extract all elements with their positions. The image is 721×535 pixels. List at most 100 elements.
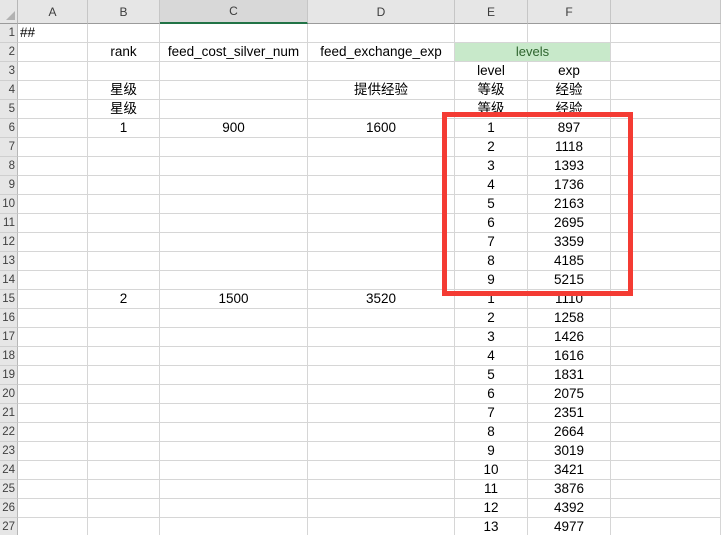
row-header-3[interactable]: 3 <box>0 62 18 81</box>
cell-clipped-col-row-9[interactable] <box>611 176 721 195</box>
cell-clipped-col-row-22[interactable] <box>611 423 721 442</box>
cell-D7[interactable] <box>308 138 455 157</box>
cell-F11[interactable]: 2695 <box>528 214 611 233</box>
row-header-13[interactable]: 13 <box>0 252 18 271</box>
cell-E26[interactable]: 12 <box>455 499 528 518</box>
cell-A3[interactable] <box>18 62 88 81</box>
cell-D8[interactable] <box>308 157 455 176</box>
cell-D14[interactable] <box>308 271 455 290</box>
column-header-E[interactable]: E <box>455 0 528 24</box>
column-header-A[interactable]: A <box>18 0 88 24</box>
cell-D9[interactable] <box>308 176 455 195</box>
cell-clipped-col-row-20[interactable] <box>611 385 721 404</box>
cell-D10[interactable] <box>308 195 455 214</box>
cell-D3[interactable] <box>308 62 455 81</box>
cell-D6[interactable]: 1600 <box>308 119 455 138</box>
cell-F21[interactable]: 2351 <box>528 404 611 423</box>
cell-E3[interactable]: level <box>455 62 528 81</box>
cell-B27[interactable] <box>88 518 160 535</box>
row-header-16[interactable]: 16 <box>0 309 18 328</box>
cell-clipped-col-row-25[interactable] <box>611 480 721 499</box>
cell-B14[interactable] <box>88 271 160 290</box>
cell-E7[interactable]: 2 <box>455 138 528 157</box>
cell-B4[interactable]: 星级 <box>88 81 160 100</box>
cell-C20[interactable] <box>160 385 308 404</box>
cell-B22[interactable] <box>88 423 160 442</box>
cell-clipped-col-row-27[interactable] <box>611 518 721 535</box>
cell-F15[interactable]: 1110 <box>528 290 611 309</box>
cell-F4[interactable]: 经验 <box>528 81 611 100</box>
cell-D1[interactable] <box>308 24 455 43</box>
cell-F13[interactable]: 4185 <box>528 252 611 271</box>
row-header-21[interactable]: 21 <box>0 404 18 423</box>
cell-B12[interactable] <box>88 233 160 252</box>
cell-F17[interactable]: 1426 <box>528 328 611 347</box>
cell-A10[interactable] <box>18 195 88 214</box>
cell-A19[interactable] <box>18 366 88 385</box>
cell-F12[interactable]: 3359 <box>528 233 611 252</box>
cell-A24[interactable] <box>18 461 88 480</box>
cell-D5[interactable] <box>308 100 455 119</box>
cell-E24[interactable]: 10 <box>455 461 528 480</box>
cell-C19[interactable] <box>160 366 308 385</box>
cell-C23[interactable] <box>160 442 308 461</box>
cell-E5[interactable]: 等级 <box>455 100 528 119</box>
cell-E12[interactable]: 7 <box>455 233 528 252</box>
row-header-5[interactable]: 5 <box>0 100 18 119</box>
cell-D4[interactable]: 提供经验 <box>308 81 455 100</box>
cell-C5[interactable] <box>160 100 308 119</box>
row-header-11[interactable]: 11 <box>0 214 18 233</box>
cell-A7[interactable] <box>18 138 88 157</box>
cell-A13[interactable] <box>18 252 88 271</box>
cell-A6[interactable] <box>18 119 88 138</box>
cell-A1[interactable]: ## <box>18 24 88 43</box>
cell-D13[interactable] <box>308 252 455 271</box>
row-header-26[interactable]: 26 <box>0 499 18 518</box>
cell-D20[interactable] <box>308 385 455 404</box>
cell-D15[interactable]: 3520 <box>308 290 455 309</box>
row-header-2[interactable]: 2 <box>0 43 18 62</box>
row-header-10[interactable]: 10 <box>0 195 18 214</box>
cell-B18[interactable] <box>88 347 160 366</box>
cell-clipped-col-row-1[interactable] <box>611 24 721 43</box>
row-header-15[interactable]: 15 <box>0 290 18 309</box>
cell-A20[interactable] <box>18 385 88 404</box>
row-header-1[interactable]: 1 <box>0 24 18 43</box>
cell-clipped-col-row-23[interactable] <box>611 442 721 461</box>
column-header-clipped[interactable] <box>611 0 721 24</box>
row-header-8[interactable]: 8 <box>0 157 18 176</box>
cell-A22[interactable] <box>18 423 88 442</box>
row-header-6[interactable]: 6 <box>0 119 18 138</box>
cell-C21[interactable] <box>160 404 308 423</box>
row-header-25[interactable]: 25 <box>0 480 18 499</box>
cell-clipped-col-row-8[interactable] <box>611 157 721 176</box>
cell-E1[interactable] <box>455 24 528 43</box>
cell-C6[interactable]: 900 <box>160 119 308 138</box>
cell-C7[interactable] <box>160 138 308 157</box>
cell-F23[interactable]: 3019 <box>528 442 611 461</box>
cell-A5[interactable] <box>18 100 88 119</box>
cell-E21[interactable]: 7 <box>455 404 528 423</box>
cell-D11[interactable] <box>308 214 455 233</box>
cell-A11[interactable] <box>18 214 88 233</box>
column-header-C[interactable]: C <box>160 0 308 24</box>
row-header-20[interactable]: 20 <box>0 385 18 404</box>
cell-E22[interactable]: 8 <box>455 423 528 442</box>
cell-C14[interactable] <box>160 271 308 290</box>
cell-B5[interactable]: 星级 <box>88 100 160 119</box>
cell-B24[interactable] <box>88 461 160 480</box>
cell-E13[interactable]: 8 <box>455 252 528 271</box>
cell-E20[interactable]: 6 <box>455 385 528 404</box>
row-header-7[interactable]: 7 <box>0 138 18 157</box>
cell-D22[interactable] <box>308 423 455 442</box>
cell-C24[interactable] <box>160 461 308 480</box>
cell-C11[interactable] <box>160 214 308 233</box>
cell-B17[interactable] <box>88 328 160 347</box>
cell-B8[interactable] <box>88 157 160 176</box>
cell-clipped-col-row-2[interactable] <box>611 43 721 62</box>
cell-clipped-col-row-7[interactable] <box>611 138 721 157</box>
cell-D19[interactable] <box>308 366 455 385</box>
cell-B20[interactable] <box>88 385 160 404</box>
cell-C15[interactable]: 1500 <box>160 290 308 309</box>
cell-clipped-col-row-15[interactable] <box>611 290 721 309</box>
